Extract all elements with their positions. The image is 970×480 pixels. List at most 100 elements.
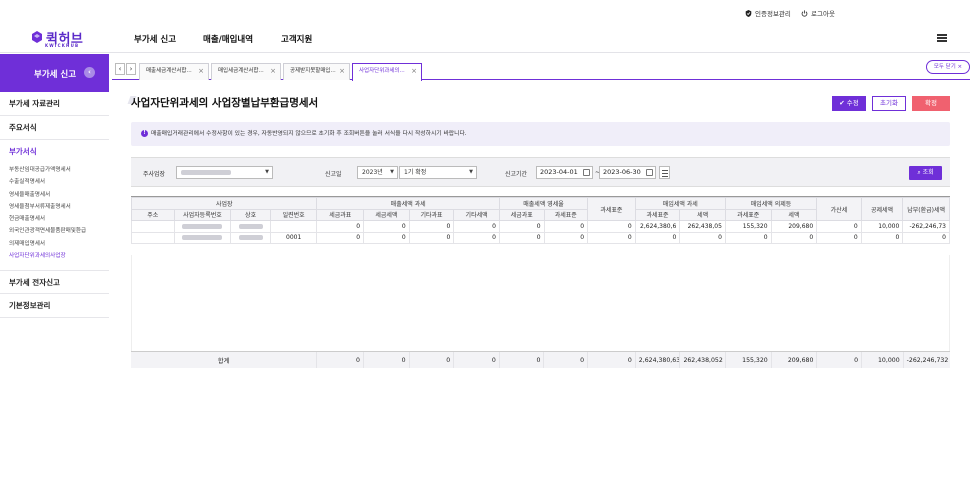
- sidebar-sub-item[interactable]: 수출실적명세서: [0, 176, 109, 188]
- header-col: 과세표준: [543, 208, 589, 221]
- total-cell: 2,624,380,632: [634, 352, 680, 368]
- table-row[interactable]: 0000 000 2,624,380,6 262,438,05 155,320 209…: [131, 220, 950, 233]
- calendar-icon: [583, 169, 590, 176]
- tab-item-active[interactable]: 사업자단위과세의... ×: [352, 63, 422, 81]
- tab-close-icon[interactable]: ×: [339, 64, 345, 79]
- total-cell: -262,246,732: [902, 352, 950, 368]
- sidebar-sub-item[interactable]: 의제매입명세서: [0, 238, 109, 250]
- header-col: 세금세액: [363, 208, 410, 221]
- close-all-tabs-button[interactable]: 모두 닫기 ×: [926, 60, 970, 74]
- gnb-sales-purchase[interactable]: 매출/매입내역: [203, 33, 253, 45]
- total-cell: 0: [453, 352, 500, 368]
- power-icon: [801, 9, 808, 17]
- header-col: 기타과표: [408, 208, 455, 221]
- total-cell: 0: [498, 352, 544, 368]
- sidebar-item-basic-info[interactable]: 기본정보관리: [0, 294, 109, 319]
- header-col: 세금과표: [498, 208, 545, 221]
- tab-item[interactable]: 매출세금계산서합... ×: [139, 63, 209, 80]
- header-col: 과세표준: [634, 208, 681, 221]
- sidebar-item-sub-forms[interactable]: 부가서식: [0, 140, 109, 164]
- total-cell: 0: [587, 352, 636, 368]
- logo[interactable]: 퀵허브 KWICKHUB: [32, 28, 92, 50]
- total-cell: 0: [408, 352, 454, 368]
- sidebar-item-main-forms[interactable]: 주요서식: [0, 116, 109, 140]
- sidebar-sub-item[interactable]: 현금매출명세서: [0, 213, 109, 225]
- logout-link[interactable]: 로그아웃: [801, 8, 835, 18]
- year-select[interactable]: 2023년 ▼: [357, 166, 398, 179]
- business-label: 주사업장: [143, 171, 166, 178]
- sidebar-sub-item[interactable]: 영세율매출명세서: [0, 189, 109, 201]
- header-address: 주소: [131, 208, 175, 221]
- sidebar-sub-item-active[interactable]: 사업자단위과세의사업장: [0, 250, 109, 262]
- sidebar-item-e-filing[interactable]: 부가세 전자신고: [0, 270, 109, 295]
- header-serial: 일련번호: [269, 208, 318, 221]
- sidebar-header: 부가세 신고 ‹: [0, 54, 109, 92]
- tab-next-icon[interactable]: ›: [126, 63, 136, 75]
- header-col: 세액: [679, 208, 726, 221]
- period-label: 신고일: [325, 171, 342, 178]
- tab-item[interactable]: 매입세금계산서합... ×: [211, 63, 281, 80]
- search-bar: 주사업장 ▼ 신고일 2023년 ▼ 1기 확정 ▼ 신고기간 2023-04-01…: [131, 157, 950, 187]
- header-col: 세액: [770, 208, 818, 221]
- reset-button[interactable]: 초기화: [872, 96, 906, 111]
- sidebar-item-data[interactable]: 부가세 자료관리: [0, 92, 109, 116]
- tab-item[interactable]: 공제받지못할매입... ×: [283, 63, 350, 80]
- cert-link[interactable]: 인증정보관리: [745, 8, 791, 18]
- header-purchase-deemed: 매입세액 의제등: [724, 197, 818, 210]
- header-col: 세금과표: [316, 208, 365, 221]
- logo-mark-icon: [32, 31, 42, 43]
- confirm-button[interactable]: 확정: [912, 96, 950, 111]
- term-select[interactable]: 1기 확정 ▼: [399, 166, 477, 179]
- logo-sub: KWICKHUB: [45, 43, 80, 48]
- date-from-input[interactable]: 2023-04-01: [536, 166, 593, 179]
- sidebar-sub-item[interactable]: 부동산임대공급가액명세서: [0, 164, 109, 176]
- gnb-vat-report[interactable]: 부가세 신고: [134, 33, 176, 45]
- total-cell: 0: [543, 352, 588, 368]
- date-to-input[interactable]: 2023-06-30: [599, 166, 656, 179]
- total-row: 합계 0 0 0 0 0 0 0 2,624,380,632 262,438,0…: [131, 351, 950, 368]
- total-label: 합계: [131, 352, 317, 368]
- header-col: 과세표준: [724, 208, 772, 221]
- header-business: 사업장: [130, 197, 318, 210]
- sidebar-sub-item[interactable]: 영세율첨부서류제출명세서: [0, 201, 109, 213]
- collapse-icon[interactable]: ‹: [84, 67, 95, 78]
- cert-label: 인증정보관리: [755, 10, 791, 18]
- info-banner: ! 매출매입거래관리에서 수정사항이 있는 경우, 자동반영되지 않으므로 초기…: [131, 122, 950, 146]
- header-payable: 납부(환급)세액: [902, 197, 950, 221]
- search-button[interactable]: ⌕ 조회: [909, 166, 942, 180]
- logout-label: 로그아웃: [811, 10, 835, 18]
- table-row[interactable]: 0001 0000 000 0000 000: [131, 231, 950, 244]
- tab-close-icon[interactable]: ×: [270, 64, 276, 79]
- tab-close-icon[interactable]: ×: [198, 64, 204, 79]
- tab-close-icon[interactable]: ×: [411, 64, 417, 79]
- shield-icon: [745, 9, 752, 17]
- sidebar-sub-item[interactable]: 외국인관광객면세물품판매및환급: [0, 225, 109, 237]
- info-icon: !: [141, 130, 148, 137]
- header-sales-taxable: 매출세액 과세: [316, 197, 500, 210]
- menu-icon[interactable]: [937, 34, 947, 42]
- header-deduction: 공제세액: [860, 197, 904, 221]
- tab-bar: ‹ › 매출세금계산서합... × 매입세금계산서합... × 공제받지못할매입..…: [112, 58, 970, 81]
- header-name: 상호: [230, 208, 271, 221]
- calendar-icon: [646, 169, 653, 176]
- total-cell: 0: [816, 352, 862, 368]
- business-select[interactable]: ▼: [176, 166, 273, 179]
- total-cell: 155,320: [725, 352, 772, 368]
- chevron-down-icon: ▼: [390, 169, 394, 175]
- sidebar-title: 부가세 신고: [34, 70, 77, 80]
- total-cell: 10,000: [861, 352, 904, 368]
- header-purchase-taxable: 매입세액 과세: [634, 197, 726, 210]
- list-icon[interactable]: [659, 166, 670, 179]
- header-sales-zero: 매출세액 영세율: [498, 197, 589, 210]
- header-surcharge: 가산세: [816, 197, 862, 221]
- header-reg-no: 사업자등록번호: [173, 208, 232, 221]
- total-cell: 0: [362, 352, 410, 368]
- page-title: 사업자단위과세의 사업장별납부환급명세서: [131, 97, 319, 109]
- header-col: 기타세액: [453, 208, 500, 221]
- gnb-support[interactable]: 고객지원: [281, 33, 312, 45]
- grid-table: 사업장 매출세액 과세 매출세액 영세율 과세표준 매입세액 과세 매입세액 의…: [130, 197, 950, 244]
- data-grid: 사업장 매출세액 과세 매출세액 영세율 과세표준 매입세액 과세 매입세액 의…: [130, 196, 950, 368]
- range-label: 신고기간: [505, 171, 528, 178]
- tab-prev-icon[interactable]: ‹: [115, 63, 125, 75]
- edit-button[interactable]: ✔ 수정: [832, 96, 866, 111]
